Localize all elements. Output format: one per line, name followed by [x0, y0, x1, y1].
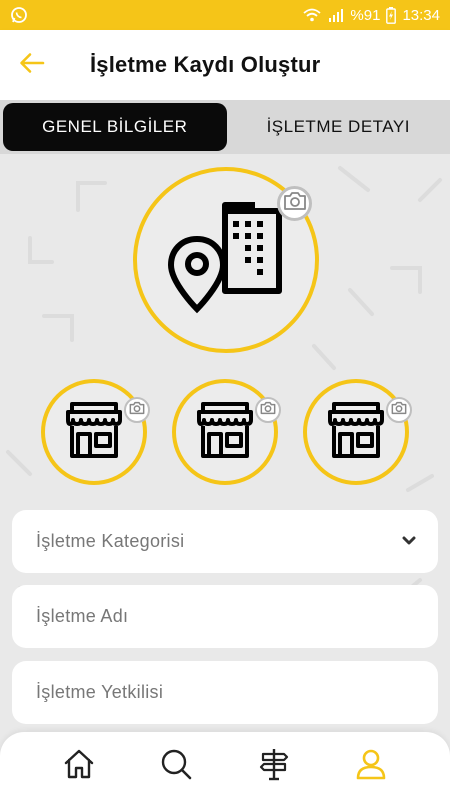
business-name-field[interactable]	[12, 585, 438, 648]
nav-profile[interactable]	[347, 742, 395, 790]
main-photo-camera-button[interactable]	[277, 186, 312, 221]
store-icon	[64, 400, 124, 465]
nav-home[interactable]	[55, 742, 103, 790]
search-icon	[160, 748, 192, 785]
store-photo-camera-button-1[interactable]	[124, 397, 150, 423]
store-photo-camera-button-2[interactable]	[255, 397, 281, 423]
business-officer-input[interactable]	[36, 682, 416, 703]
tab-bar: GENEL BİLGİLER İŞLETME DETAYI	[0, 100, 450, 154]
store-photo-camera-button-3[interactable]	[386, 397, 412, 423]
nav-search[interactable]	[152, 742, 200, 790]
page-title: İşletme Kaydı Oluştur	[90, 52, 321, 77]
battery-text: %91	[350, 6, 381, 24]
store-photo-upload-3[interactable]	[303, 379, 409, 485]
clock-text: 13:34	[402, 6, 440, 24]
camera-icon	[391, 401, 407, 420]
camera-icon	[260, 401, 276, 420]
whatsapp-icon	[10, 6, 28, 24]
camera-icon	[129, 401, 145, 420]
wifi-icon	[302, 7, 322, 23]
store-icon	[326, 400, 386, 465]
building-location-icon	[167, 201, 285, 320]
business-officer-field[interactable]	[12, 661, 438, 724]
nav-directions[interactable]	[250, 742, 298, 790]
category-select[interactable]: İşletme Kategorisi	[12, 510, 438, 573]
camera-icon	[283, 191, 307, 216]
arrow-left-icon	[19, 52, 45, 79]
home-icon	[63, 748, 95, 785]
signal-icon	[328, 8, 344, 22]
store-icon	[195, 400, 255, 465]
back-button[interactable]	[0, 30, 64, 100]
battery-charging-icon	[386, 6, 397, 24]
bottom-navigation	[0, 732, 450, 800]
status-bar: %91 13:34	[0, 0, 450, 30]
tab-isletme-detayi[interactable]: İŞLETME DETAYI	[227, 103, 450, 151]
signpost-icon	[258, 747, 290, 786]
tab-genel-bilgiler[interactable]: GENEL BİLGİLER	[3, 103, 227, 151]
store-photo-upload-1[interactable]	[41, 379, 147, 485]
chevron-down-icon	[402, 533, 416, 551]
category-select-placeholder: İşletme Kategorisi	[36, 531, 185, 551]
app-bar: İşletme Kaydı Oluştur	[0, 30, 450, 100]
business-name-input[interactable]	[36, 606, 416, 627]
store-photo-upload-2[interactable]	[172, 379, 278, 485]
user-icon	[355, 748, 387, 785]
